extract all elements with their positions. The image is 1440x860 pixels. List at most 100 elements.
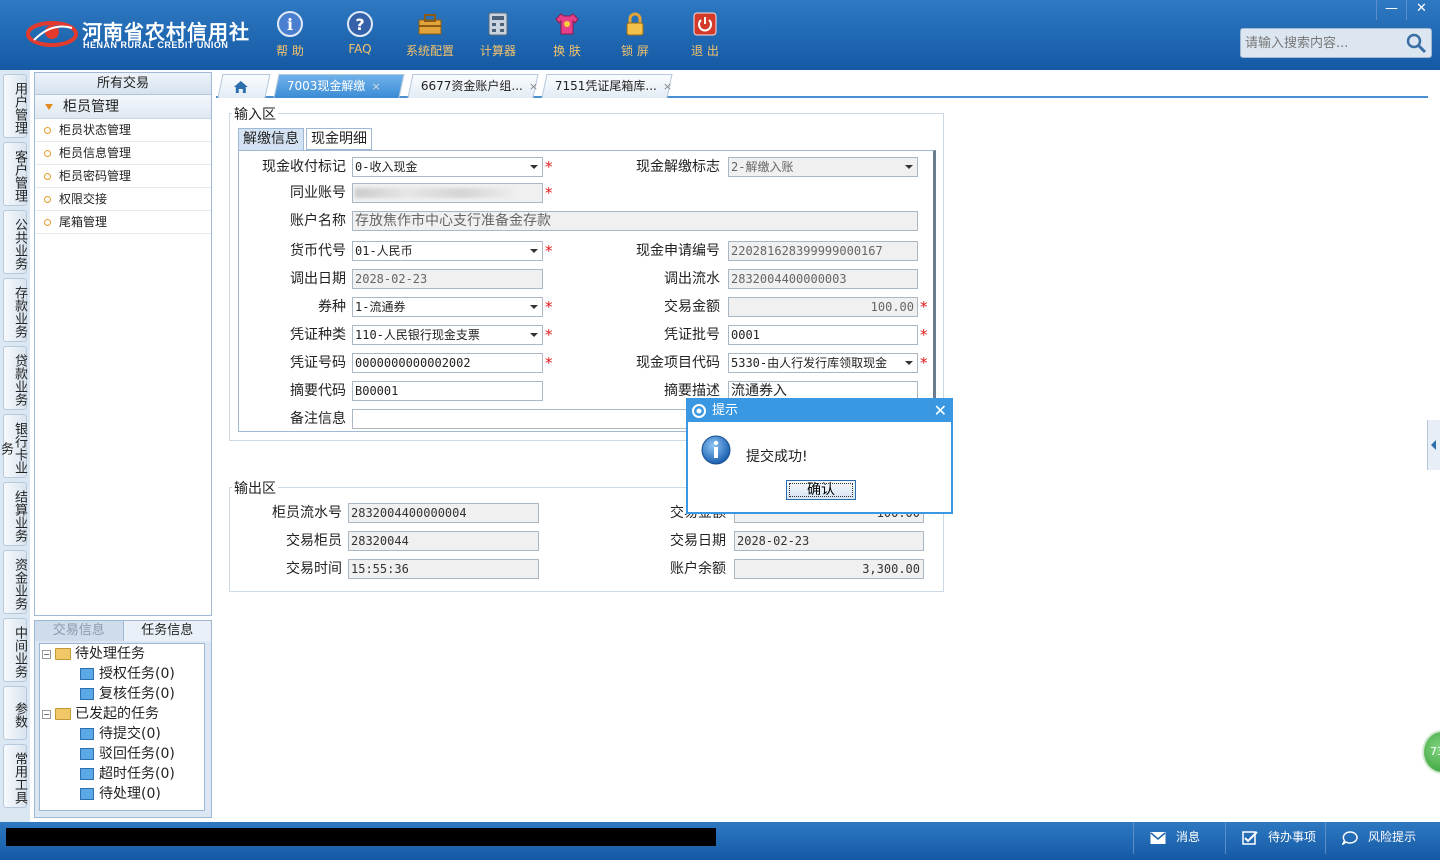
menu-group-teller-management[interactable]: 柜员管理: [35, 95, 211, 119]
summary-code-field[interactable]: B00001: [352, 381, 543, 401]
tab-close-icon[interactable]: ×: [529, 80, 538, 93]
minimize-button[interactable]: —: [1376, 0, 1406, 20]
amount-label: 交易金额: [664, 299, 720, 315]
tab-cash-settlement[interactable]: 7003现金解缴 ×: [273, 74, 405, 98]
voucher-batch-field[interactable]: 0001: [728, 325, 918, 345]
out-serial-field[interactable]: 2832004400000003: [728, 269, 918, 289]
file-icon: [80, 748, 94, 760]
settle-flag-select[interactable]: 2-解缴入账: [728, 157, 918, 177]
teller-field[interactable]: 28320044: [348, 531, 539, 551]
faq-icon: ?: [347, 11, 373, 37]
risk-alert-button[interactable]: 风险提示: [1325, 822, 1435, 854]
teller-label: 交易柜员: [286, 533, 342, 549]
subtab-settlement-info[interactable]: 解缴信息: [238, 128, 304, 150]
help-button[interactable]: i 帮 助: [260, 8, 320, 62]
chevron-down-icon: [901, 158, 917, 176]
currency-select[interactable]: 01-人民币: [352, 241, 543, 261]
trans-date-field[interactable]: 2028-02-23: [734, 531, 924, 551]
amount-field[interactable]: 100.00: [728, 297, 918, 317]
collapse-icon[interactable]: −: [42, 649, 51, 659]
item-code-select[interactable]: 5330-由人行发行库领取现金: [728, 353, 918, 373]
messages-button[interactable]: 消息: [1133, 822, 1225, 854]
change-skin-button[interactable]: 换 肤: [537, 8, 597, 62]
voucher-no-field[interactable]: 0000000000002002: [352, 353, 543, 373]
category-customer-management[interactable]: 客户管理: [3, 142, 27, 206]
tree-node-rejected[interactable]: 驳回任务(0): [80, 744, 175, 764]
tree-node-to-submit[interactable]: 待提交(0): [80, 724, 161, 744]
dialog-close-icon[interactable]: ✕: [934, 400, 947, 422]
peer-account-label: 同业账号: [290, 185, 346, 201]
status-message-bar: [6, 828, 716, 846]
menu-item-teller-status[interactable]: 柜员状态管理: [35, 119, 211, 142]
menu-item-teller-password[interactable]: 柜员密码管理: [35, 165, 211, 188]
lock-icon: [626, 12, 644, 36]
tree-node-pending[interactable]: − 待处理任务: [42, 644, 145, 664]
voucher-type-label: 凭证种类: [290, 327, 346, 343]
tab-fund-account-group[interactable]: 6677资金账户组... ×: [407, 74, 539, 98]
balance-label: 账户余额: [670, 561, 726, 577]
category-deposit-business[interactable]: 存款业务: [3, 278, 27, 342]
menu-item-tail-box[interactable]: 尾箱管理: [35, 211, 211, 234]
category-user-management[interactable]: 用户管理: [3, 74, 27, 138]
chevron-down-icon: [526, 298, 542, 316]
left-category-bar: 用户管理 客户管理 公共业务 存款业务 贷款业务 银行卡业务 结算业务 资金业务…: [0, 70, 30, 822]
tab-transaction-info[interactable]: 交易信息: [35, 621, 123, 641]
tree-node-auth[interactable]: 授权任务(0): [80, 664, 175, 684]
tree-node-timeout[interactable]: 超时任务(0): [80, 764, 175, 784]
category-bank-card-business[interactable]: 银行卡业务: [0, 414, 27, 478]
calculator-button[interactable]: 计算器: [468, 8, 528, 62]
category-settlement-business[interactable]: 结算业务: [3, 482, 27, 546]
menu-item-permission-handover[interactable]: 权限交接: [35, 188, 211, 211]
out-date-field[interactable]: 2028-02-23: [352, 269, 543, 289]
system-config-button[interactable]: 系统配置: [400, 8, 460, 62]
tab-close-icon[interactable]: ×: [371, 80, 380, 93]
search-icon[interactable]: [1405, 32, 1427, 54]
category-parameters[interactable]: 参数: [3, 686, 27, 740]
collapse-icon[interactable]: −: [42, 709, 51, 719]
cash-flag-label: 现金收付标记: [262, 159, 346, 175]
category-intermediate-business[interactable]: 中间业务: [3, 618, 27, 682]
cash-flag-select[interactable]: 0-收入现金: [352, 157, 543, 177]
search-input[interactable]: [1241, 29, 1401, 57]
exit-button[interactable]: 退 出: [675, 8, 735, 62]
tab-home[interactable]: [217, 74, 271, 98]
apply-no-field[interactable]: 220281628399999000167: [728, 241, 918, 261]
confirm-button[interactable]: 确认: [786, 480, 856, 500]
tab-voucher-tail-box[interactable]: 7151凭证尾箱库... ×: [541, 74, 673, 98]
category-public-business[interactable]: 公共业务: [3, 210, 27, 274]
category-fund-business[interactable]: 资金业务: [3, 550, 27, 614]
dialog-titlebar: 提示 ✕: [688, 400, 951, 422]
tree-node-to-process[interactable]: 待处理(0): [80, 784, 161, 804]
faq-button[interactable]: ? FAQ: [330, 8, 390, 62]
floating-badge[interactable]: 73: [1422, 730, 1440, 774]
tab-close-icon[interactable]: ×: [663, 80, 672, 93]
summary-code-label: 摘要代码: [290, 383, 346, 399]
voucher-type-select[interactable]: 110-人民银行现金支票: [352, 325, 543, 345]
coupon-select[interactable]: 1-流通券: [352, 297, 543, 317]
status-bar: 消息 待办事项 风险提示: [0, 822, 1440, 860]
home-icon: [233, 81, 248, 93]
subtab-cash-detail[interactable]: 现金明细: [306, 128, 372, 150]
todo-button[interactable]: 待办事项: [1225, 822, 1325, 854]
tab-label: 7151凭证尾箱库...: [554, 79, 657, 93]
menu-item-teller-info[interactable]: 柜员信息管理: [35, 142, 211, 165]
file-icon: [80, 728, 94, 740]
teller-serial-field[interactable]: 2832004400000004: [348, 503, 539, 523]
balance-field[interactable]: 3,300.00: [734, 559, 924, 579]
dialog-message: 提交成功!: [746, 449, 808, 465]
select-value: 5330-由人行发行库领取现金: [731, 356, 888, 370]
window-close-button[interactable]: ✕: [1406, 0, 1436, 20]
required-mark: *: [920, 354, 928, 372]
lock-screen-button[interactable]: 锁 屏: [605, 8, 665, 62]
redacted-value: [355, 188, 515, 198]
trans-time-field[interactable]: 15:55:36: [348, 559, 539, 579]
category-common-tools[interactable]: 常用工具: [3, 744, 27, 808]
collapse-right-panel-handle[interactable]: [1427, 420, 1440, 470]
peer-account-field[interactable]: [352, 183, 543, 203]
tree-node-initiated[interactable]: − 已发起的任务: [42, 704, 159, 724]
category-loan-business[interactable]: 贷款业务: [3, 346, 27, 410]
tab-task-info[interactable]: 任务信息: [122, 621, 211, 641]
settle-flag-label: 现金解缴标志: [636, 159, 720, 175]
tree-node-review[interactable]: 复核任务(0): [80, 684, 175, 704]
account-name-field[interactable]: 存放焦作市中心支行准备金存款: [352, 211, 918, 231]
